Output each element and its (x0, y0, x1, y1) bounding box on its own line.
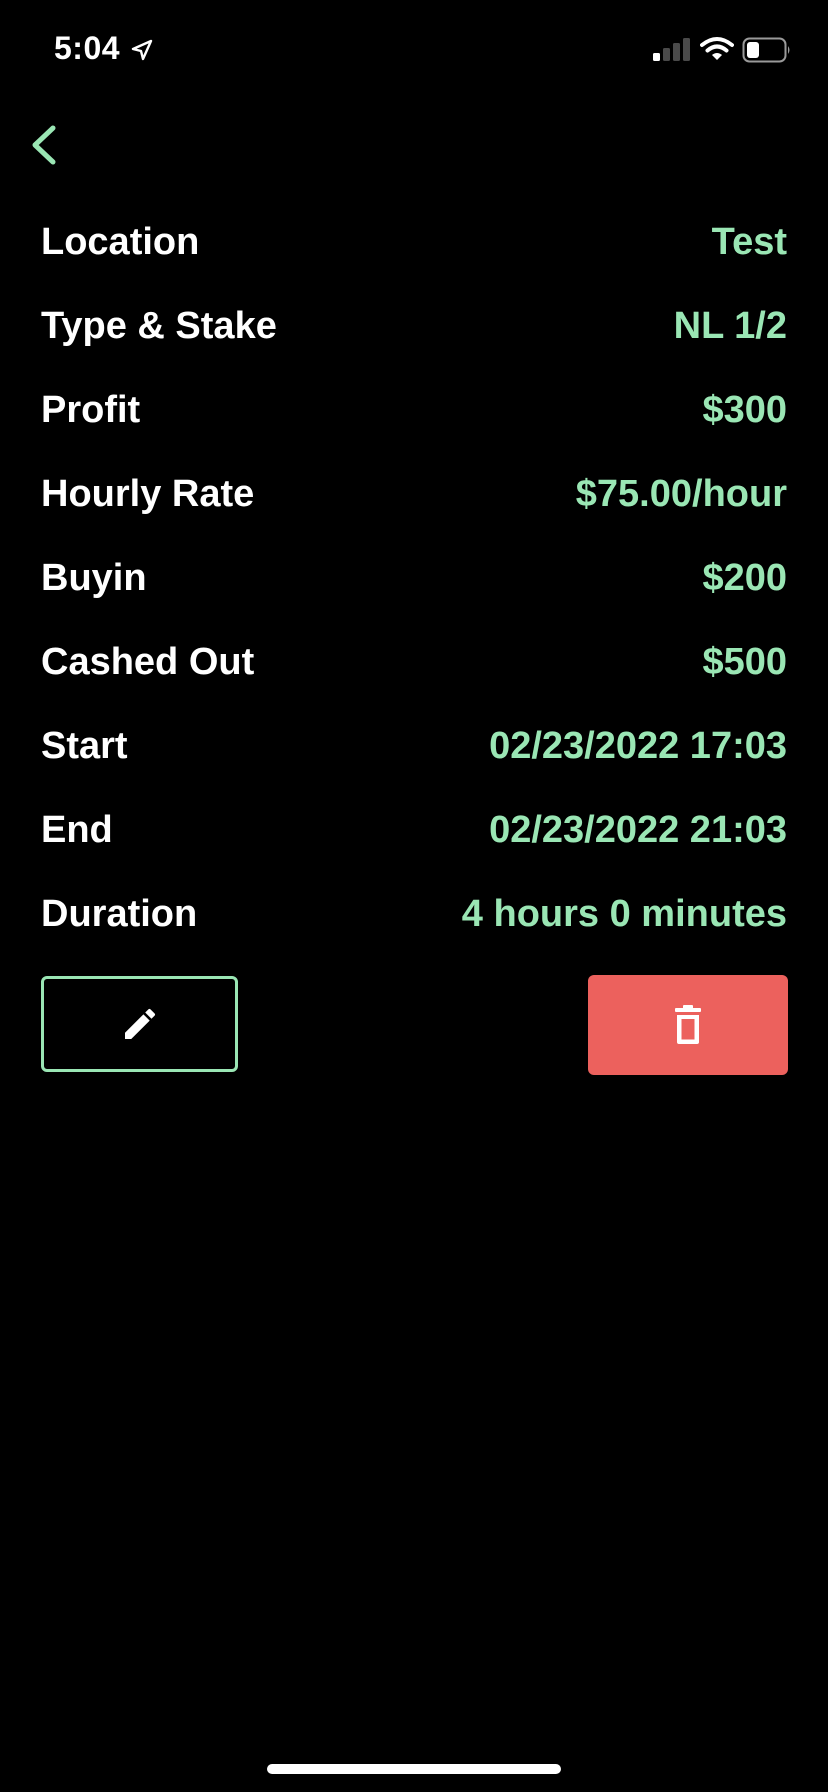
wifi-icon (700, 37, 734, 60)
detail-label: Duration (41, 892, 198, 935)
detail-row-hourly-rate: Hourly Rate $75.00/hour (41, 452, 787, 536)
location-arrow-icon (131, 39, 153, 61)
session-details: Location Test Type & Stake NL 1/2 Profit… (41, 200, 787, 956)
trash-icon (675, 1005, 701, 1044)
detail-value: 02/23/2022 17:03 (489, 724, 787, 767)
detail-row-location: Location Test (41, 200, 787, 284)
detail-label: Profit (41, 388, 141, 431)
delete-button[interactable] (588, 975, 788, 1075)
detail-label: Cashed Out (41, 640, 255, 683)
battery-icon (742, 37, 790, 63)
pencil-icon (124, 1008, 155, 1039)
detail-value: Test (711, 220, 787, 263)
status-time: 5:04 (54, 30, 121, 66)
detail-label: End (41, 808, 113, 851)
detail-row-start: Start 02/23/2022 17:03 (41, 704, 787, 788)
detail-label: Start (41, 724, 128, 767)
detail-value: $200 (702, 556, 787, 599)
detail-row-buyin: Buyin $200 (41, 536, 787, 620)
signal-icon (653, 38, 690, 61)
back-button[interactable] (26, 118, 66, 172)
chevron-left-icon (32, 125, 56, 165)
detail-row-duration: Duration 4 hours 0 minutes (41, 872, 787, 956)
edit-button[interactable] (41, 976, 238, 1072)
detail-label: Hourly Rate (41, 472, 255, 515)
home-indicator (267, 1764, 561, 1774)
status-bar: 5:04 (0, 0, 828, 100)
detail-value: $300 (702, 388, 787, 431)
detail-value: $500 (702, 640, 787, 683)
detail-row-type-stake: Type & Stake NL 1/2 (41, 284, 787, 368)
detail-row-cashed-out: Cashed Out $500 (41, 620, 787, 704)
detail-value: 02/23/2022 21:03 (489, 808, 787, 851)
detail-label: Buyin (41, 556, 147, 599)
detail-value: NL 1/2 (673, 304, 787, 347)
detail-label: Type & Stake (41, 304, 277, 347)
detail-value: $75.00/hour (575, 472, 787, 515)
detail-row-end: End 02/23/2022 21:03 (41, 788, 787, 872)
detail-row-profit: Profit $300 (41, 368, 787, 452)
detail-label: Location (41, 220, 200, 263)
detail-value: 4 hours 0 minutes (461, 892, 787, 935)
